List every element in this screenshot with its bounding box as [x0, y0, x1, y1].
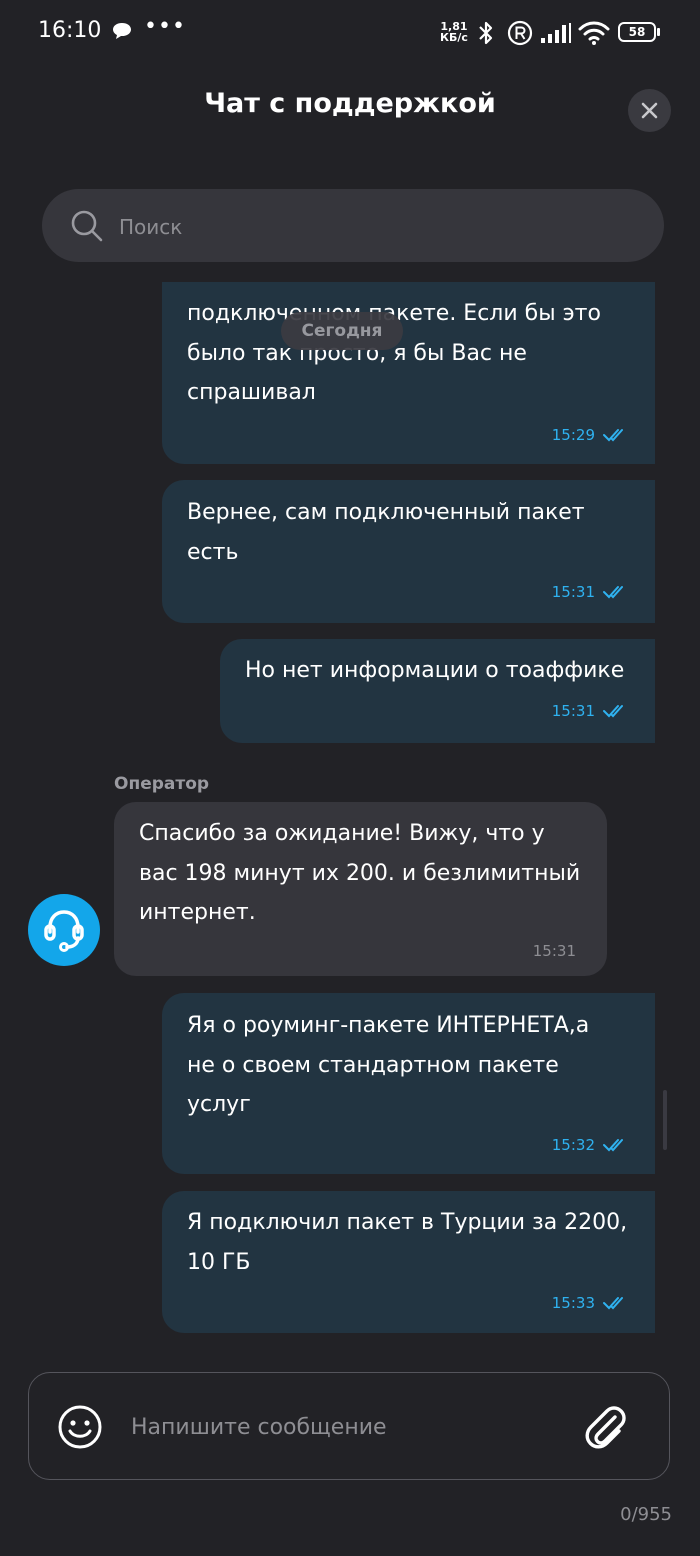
double-check-icon — [603, 1297, 623, 1310]
double-check-icon — [603, 705, 623, 718]
close-icon — [641, 102, 658, 119]
sender-name: Оператор — [114, 774, 210, 794]
battery-icon: 58 — [618, 22, 656, 42]
message-bubble-outgoing[interactable]: Но нет информации о тоаффике 15:31 — [220, 639, 655, 743]
close-button[interactable] — [628, 89, 671, 132]
double-check-icon — [603, 429, 623, 442]
date-separator: Сегодня — [281, 312, 403, 350]
message-text: Но нет информации о тоаффике — [245, 658, 625, 683]
message-time: 15:33 — [551, 1294, 595, 1312]
message-bubble-incoming[interactable]: Спасибо за ожидание! Вижу, что у вас 198… — [114, 802, 607, 976]
headset-icon — [44, 910, 84, 952]
bluetooth-icon — [479, 21, 493, 45]
message-time: 15:31 — [551, 583, 595, 601]
message-time: 15:32 — [551, 1136, 595, 1154]
emoji-icon[interactable] — [57, 1404, 103, 1450]
double-check-icon — [603, 586, 623, 599]
message-text: Яя о роуминг-пакете ИНТЕРНЕТА,а не о сво… — [187, 1013, 590, 1117]
message-bubble-outgoing[interactable]: Вернее, сам подключенный пакет есть 15:3… — [162, 480, 655, 623]
message-text: Я подключил пакет в Турции за 2200, 10 Г… — [187, 1210, 628, 1275]
battery-tip — [657, 28, 660, 36]
roaming-r-icon — [507, 20, 533, 46]
message-text: Спасибо за ожидание! Вижу, что у вас 198… — [139, 821, 581, 925]
message-time: 15:29 — [551, 426, 595, 444]
page-title: Чат с поддержкой — [204, 88, 496, 119]
wifi-icon — [578, 21, 610, 45]
message-composer[interactable] — [28, 1372, 670, 1481]
chat-bubble-icon — [113, 23, 131, 39]
status-time: 16:10 — [38, 18, 102, 43]
network-speed: 1,81 КБ/с — [440, 20, 468, 44]
scrollbar[interactable] — [663, 1090, 667, 1150]
message-time: 15:31 — [532, 942, 576, 960]
signal-icon — [541, 23, 571, 43]
message-text: подключенном пакете. Если бы это было та… — [187, 301, 601, 405]
search-bar[interactable] — [42, 189, 664, 264]
message-bubble-outgoing[interactable]: Яя о роуминг-пакете ИНТЕРНЕТА,а не о сво… — [162, 993, 655, 1174]
message-bubble-outgoing[interactable]: Я подключил пакет в Турции за 2200, 10 Г… — [162, 1191, 655, 1333]
avatar — [28, 894, 100, 966]
more-dots-icon: ••• — [144, 14, 186, 39]
search-icon — [71, 210, 103, 242]
character-counter: 0/955 — [620, 1504, 672, 1525]
search-input[interactable] — [117, 189, 641, 264]
paperclip-icon[interactable] — [581, 1403, 629, 1451]
message-time: 15:31 — [551, 702, 595, 720]
double-check-icon — [603, 1139, 623, 1152]
status-bar: 16:10 ••• 1,81 КБ/с 58 — [0, 0, 700, 66]
message-input[interactable] — [129, 1373, 573, 1481]
message-list[interactable]: подключенном пакете. Если бы это было та… — [0, 282, 700, 1342]
message-text: Вернее, сам подключенный пакет есть — [187, 500, 585, 565]
message-bubble-outgoing[interactable]: подключенном пакете. Если бы это было та… — [162, 282, 655, 464]
